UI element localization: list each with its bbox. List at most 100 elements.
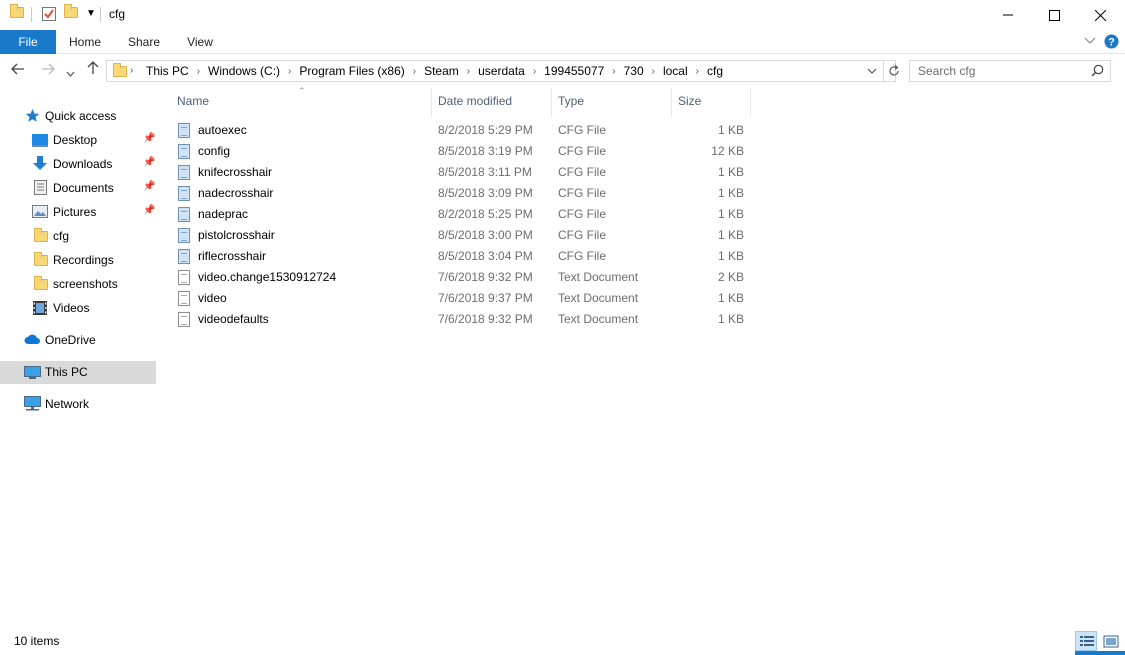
- search-input[interactable]: [910, 61, 1080, 81]
- breadcrumb-userdata[interactable]: userdata: [478, 64, 525, 78]
- file-date: 8/5/2018 3:19 PM: [438, 144, 533, 158]
- nav-label: OneDrive: [45, 333, 96, 347]
- breadcrumb-chevron-icon[interactable]: ›: [533, 66, 536, 77]
- breadcrumb-root-chevron-icon[interactable]: ›: [130, 65, 133, 76]
- help-icon[interactable]: ?: [1104, 34, 1119, 52]
- up-button[interactable]: [87, 61, 99, 78]
- table-row[interactable]: pistolcrosshair 8/5/2018 3:00 PM CFG Fil…: [174, 225, 754, 246]
- breadcrumb-chevron-icon[interactable]: ›: [467, 66, 470, 77]
- breadcrumb-user-id[interactable]: 199455077: [544, 64, 604, 78]
- nav-item-videos[interactable]: Videos: [0, 297, 156, 319]
- expand-ribbon-chevron-icon[interactable]: [1084, 34, 1096, 48]
- table-row[interactable]: videodefaults 7/6/2018 9:32 PM Text Docu…: [174, 309, 754, 330]
- pin-icon[interactable]: 📌: [143, 157, 155, 168]
- tab-file[interactable]: File: [0, 30, 56, 54]
- breadcrumb-chevron-icon[interactable]: ›: [696, 66, 699, 77]
- nav-item-desktop[interactable]: Desktop 📌: [0, 129, 156, 151]
- large-icons-view-button[interactable]: [1099, 631, 1121, 651]
- nav-network[interactable]: Network: [0, 393, 156, 415]
- breadcrumb: This PC › Windows (C:) › Program Files (…: [146, 64, 723, 78]
- table-row[interactable]: video.change1530912724 7/6/2018 9:32 PM …: [174, 267, 754, 288]
- nav-item-screenshots[interactable]: screenshots: [0, 273, 156, 295]
- file-type: CFG File: [558, 249, 606, 263]
- file-list: ⌃ Name Date modified Type Size autoexec …: [160, 86, 1125, 628]
- recent-locations-dropdown[interactable]: [66, 64, 75, 80]
- table-row[interactable]: autoexec 8/2/2018 5:29 PM CFG File 1 KB: [174, 120, 754, 141]
- table-row[interactable]: video 7/6/2018 9:37 PM Text Document 1 K…: [174, 288, 754, 309]
- nav-item-cfg[interactable]: cfg: [0, 225, 156, 247]
- refresh-button[interactable]: [883, 61, 903, 81]
- breadcrumb-program-files[interactable]: Program Files (x86): [299, 64, 404, 78]
- back-button[interactable]: [11, 62, 25, 78]
- pin-icon[interactable]: 📌: [143, 181, 155, 192]
- up-arrow-icon: [87, 61, 99, 74]
- file-date: 7/6/2018 9:32 PM: [438, 270, 533, 284]
- chevron-down-icon: [66, 71, 75, 77]
- file-size: 1 KB: [717, 207, 744, 221]
- cfg-file-icon: [178, 228, 190, 243]
- tab-view[interactable]: View: [180, 30, 220, 54]
- nav-onedrive[interactable]: OneDrive: [0, 329, 156, 351]
- table-row[interactable]: riflecrosshair 8/5/2018 3:04 PM CFG File…: [174, 246, 754, 267]
- breadcrumb-chevron-icon[interactable]: ›: [197, 66, 200, 77]
- column-header-size[interactable]: Size: [678, 94, 701, 108]
- details-view-button[interactable]: [1075, 631, 1097, 651]
- breadcrumb-chevron-icon[interactable]: ›: [652, 66, 655, 77]
- column-header-date[interactable]: Date modified: [438, 94, 512, 108]
- documents-icon: [34, 180, 47, 198]
- maximize-button[interactable]: [1031, 0, 1077, 30]
- nav-label: Recordings: [53, 253, 114, 267]
- nav-quick-access[interactable]: Quick access: [0, 105, 156, 127]
- customize-toolbar-dropdown-icon[interactable]: ▼: [86, 8, 96, 24]
- nav-item-downloads[interactable]: Downloads 📌: [0, 153, 156, 175]
- tab-home[interactable]: Home: [64, 30, 106, 54]
- breadcrumb-steam[interactable]: Steam: [424, 64, 459, 78]
- file-type: CFG File: [558, 123, 606, 137]
- table-row[interactable]: knifecrosshair 8/5/2018 3:11 PM CFG File…: [174, 162, 754, 183]
- properties-check-icon[interactable]: [42, 6, 56, 22]
- search-icon[interactable]: [1091, 64, 1104, 80]
- breadcrumb-cfg[interactable]: cfg: [707, 64, 723, 78]
- address-bar[interactable]: › This PC › Windows (C:) › Program Files…: [106, 60, 899, 82]
- nav-label: Pictures: [53, 205, 97, 219]
- file-size: 2 KB: [717, 270, 744, 284]
- nav-label: cfg: [53, 229, 70, 243]
- text-document-icon: [178, 270, 190, 285]
- column-divider[interactable]: [551, 88, 552, 116]
- search-box[interactable]: [909, 60, 1111, 82]
- pin-icon[interactable]: 📌: [143, 133, 155, 144]
- address-history-dropdown[interactable]: [867, 63, 877, 82]
- breadcrumb-chevron-icon[interactable]: ›: [612, 66, 615, 77]
- nav-item-recordings[interactable]: Recordings: [0, 249, 156, 271]
- breadcrumb-this-pc[interactable]: This PC: [146, 64, 189, 78]
- tab-share[interactable]: Share: [122, 30, 166, 54]
- minimize-button[interactable]: [985, 0, 1031, 30]
- forward-button[interactable]: [41, 62, 55, 78]
- file-date: 8/2/2018 5:25 PM: [438, 207, 533, 221]
- file-type: CFG File: [558, 186, 606, 200]
- file-size: 12 KB: [711, 144, 744, 158]
- breadcrumb-windows-c[interactable]: Windows (C:): [208, 64, 280, 78]
- nav-item-documents[interactable]: Documents 📌: [0, 177, 156, 199]
- breadcrumb-local[interactable]: local: [663, 64, 688, 78]
- breadcrumb-chevron-icon[interactable]: ›: [413, 66, 416, 77]
- column-header-type[interactable]: Type: [558, 94, 584, 108]
- new-folder-icon[interactable]: [64, 4, 78, 23]
- file-name: video: [198, 291, 227, 305]
- column-divider[interactable]: [671, 88, 672, 116]
- nav-item-pictures[interactable]: Pictures 📌: [0, 201, 156, 223]
- file-name: riflecrosshair: [198, 249, 267, 263]
- table-row[interactable]: nadeprac 8/2/2018 5:25 PM CFG File 1 KB: [174, 204, 754, 225]
- close-button[interactable]: [1077, 0, 1123, 30]
- column-divider[interactable]: [431, 88, 432, 116]
- table-row[interactable]: config 8/5/2018 3:19 PM CFG File 12 KB: [174, 141, 754, 162]
- nav-this-pc[interactable]: This PC: [0, 361, 156, 384]
- table-row[interactable]: nadecrosshair 8/5/2018 3:09 PM CFG File …: [174, 183, 754, 204]
- breadcrumb-chevron-icon[interactable]: ›: [288, 66, 291, 77]
- large-icons-view-icon: [1103, 635, 1119, 648]
- column-header-name[interactable]: Name: [177, 94, 209, 108]
- column-divider[interactable]: [750, 88, 751, 116]
- address-row: › This PC › Windows (C:) › Program Files…: [0, 54, 1125, 88]
- pin-icon[interactable]: 📌: [143, 205, 155, 216]
- breadcrumb-730[interactable]: 730: [624, 64, 644, 78]
